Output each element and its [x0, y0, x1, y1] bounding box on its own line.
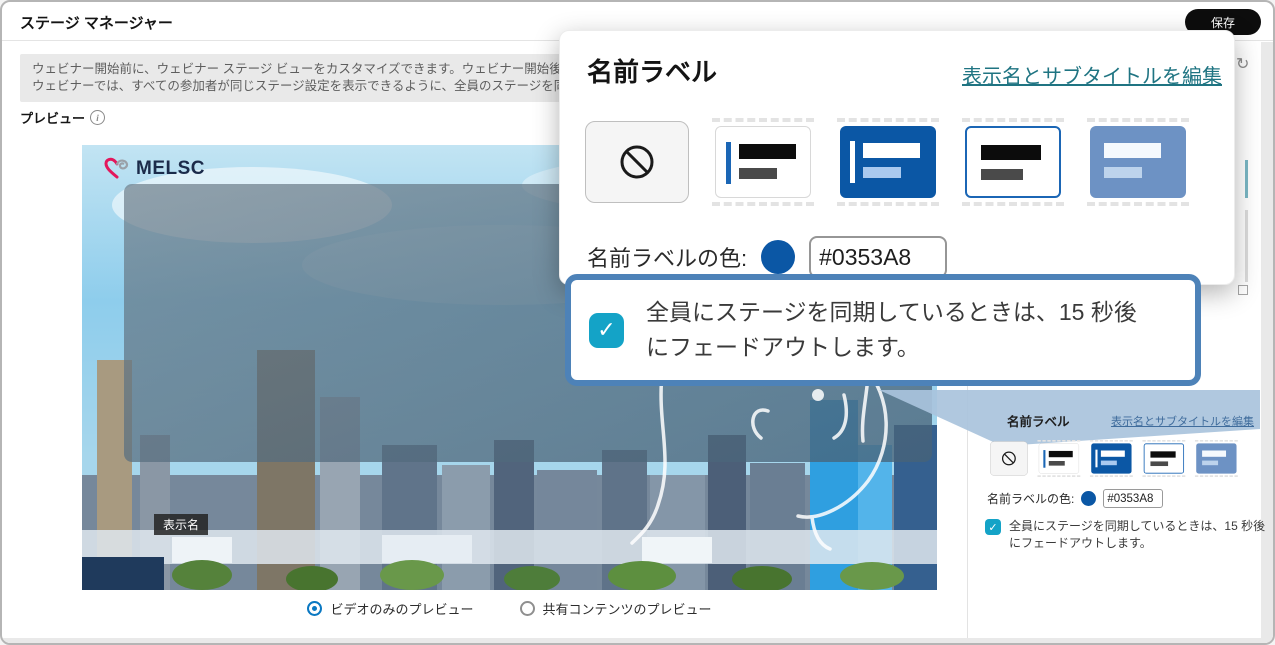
prohibited-icon [618, 143, 656, 181]
sidebar-style-none-button[interactable] [990, 441, 1028, 475]
bottom-gutter [2, 638, 1261, 645]
sidebar-sync-fade-text: 全員にステージを同期しているときは、15 秒後にフェードアウトします。 [1009, 518, 1267, 552]
sidebar-color-hex-input[interactable] [1103, 489, 1163, 508]
panel-color-swatch[interactable] [761, 240, 795, 274]
sync-fade-text: 全員にステージを同期しているときは、15 秒後にフェードアウトします。 [646, 295, 1151, 365]
radio-shared-content[interactable]: 共有コンテンツのプレビュー [520, 599, 712, 618]
resize-handle[interactable] [1238, 285, 1248, 295]
sidebar-style-white-plain-button[interactable] [1142, 440, 1185, 477]
panel-style-none-button[interactable] [585, 121, 689, 203]
check-icon: ✓ [597, 317, 615, 343]
preview-label-text: プレビュー [20, 108, 85, 127]
sync-fade-callout: ✓ 全員にステージを同期しているときは、15 秒後にフェードアウトします。 [565, 274, 1201, 386]
scrollbar-thumb[interactable] [1245, 160, 1248, 198]
heart-logo-icon [104, 157, 130, 181]
stage-manager-window: ステージ マネージャー 保存 ウェビナー開始前に、ウェビナー ステージ ビューを… [0, 0, 1275, 645]
panel-color-hex-input[interactable] [809, 236, 947, 278]
logo-text: MELSC [136, 158, 205, 180]
radio-unselected-icon[interactable] [520, 601, 535, 616]
sidebar-label-color-row: 名前ラベルの色: [987, 489, 1163, 508]
radio-shared-content-label: 共有コンテンツのプレビュー [543, 599, 712, 618]
panel-style-blue-left-bar-button[interactable] [837, 118, 939, 206]
panel-style-steel-blue-button[interactable] [1087, 118, 1189, 206]
melsc-logo: MELSC [104, 157, 205, 181]
panel-style-white-left-bar-button[interactable] [712, 118, 814, 206]
preview-mode-radios: ビデオのみのプレビュー 共有コンテンツのプレビュー [82, 599, 937, 618]
info-icon[interactable]: i [90, 110, 105, 125]
refresh-icon[interactable]: ↻ [1236, 54, 1249, 74]
sidebar-style-white-left-bar-button[interactable] [1037, 440, 1080, 477]
sidebar-label-color-text: 名前ラベルの色: [987, 490, 1074, 507]
panel-label-color-row: 名前ラベルの色: [587, 236, 947, 278]
sidebar-edit-display-name-link[interactable]: 表示名とサブタイトルを編集 [1102, 413, 1254, 429]
panel-label-color-text: 名前ラベルの色: [587, 241, 747, 273]
panel-name-label-title: 名前ラベル [587, 52, 717, 89]
sidebar-style-steel-blue-button[interactable] [1195, 440, 1238, 477]
radio-video-only[interactable]: ビデオのみのプレビュー [307, 599, 473, 618]
right-gutter [1261, 42, 1273, 643]
sidebar-sync-fade-row: ✓ 全員にステージを同期しているときは、15 秒後にフェードアウトします。 [985, 518, 1267, 552]
panel-style-white-plain-button[interactable] [962, 118, 1064, 206]
check-icon: ✓ [988, 521, 997, 534]
display-name-tag: 表示名 [154, 514, 208, 535]
page-title: ステージ マネージャー [20, 12, 173, 33]
sidebar-label-style-options [990, 440, 1242, 478]
sidebar-sync-fade-checkbox[interactable]: ✓ [985, 519, 1001, 535]
scrollbar-track[interactable] [1245, 210, 1248, 282]
radio-video-only-label: ビデオのみのプレビュー [330, 599, 473, 618]
prohibited-icon [1001, 451, 1017, 467]
panel-edit-display-name-link[interactable]: 表示名とサブタイトルを編集 [862, 60, 1222, 89]
panel-label-style-options [585, 118, 1189, 206]
sidebar-name-label-title: 名前ラベル [1007, 411, 1070, 430]
sidebar-color-swatch[interactable] [1081, 491, 1096, 506]
sidebar-style-blue-left-bar-button[interactable] [1090, 440, 1133, 477]
preview-section-label: プレビュー i [20, 108, 105, 127]
sync-fade-checkbox[interactable]: ✓ [589, 313, 624, 348]
radio-selected-icon[interactable] [307, 601, 322, 616]
